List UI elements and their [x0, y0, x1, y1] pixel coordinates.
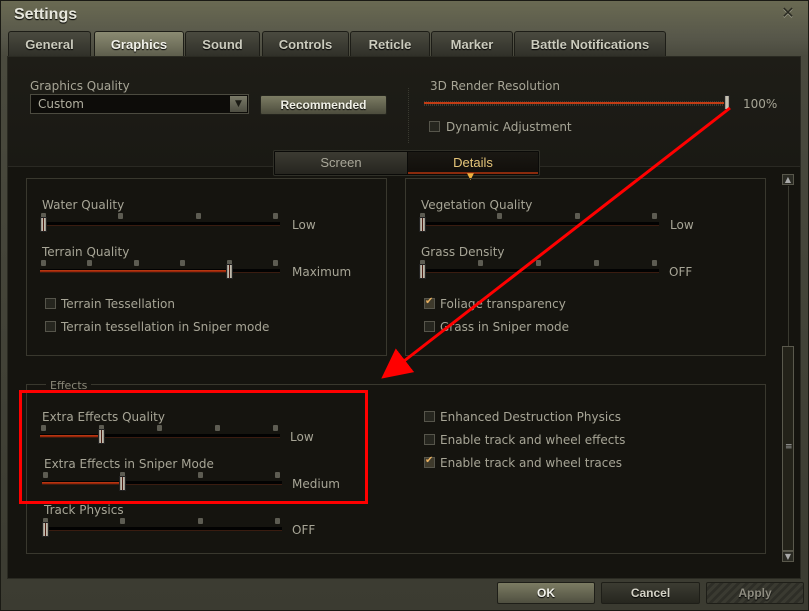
- track-wheel-effects-label: Enable track and wheel effects: [440, 433, 626, 447]
- grass-density-slider[interactable]: [419, 260, 659, 279]
- track-physics-label: Track Physics: [44, 503, 124, 517]
- tab-reticle[interactable]: Reticle: [350, 31, 430, 57]
- grass-density-label: Grass Density: [421, 245, 505, 259]
- track-wheel-effects-checkbox[interactable]: [424, 434, 435, 445]
- slider-track: [42, 527, 282, 531]
- terrain-tessellation-sniper-checkbox[interactable]: [45, 321, 56, 332]
- slider-tick: [133, 260, 139, 266]
- render-resolution-label: 3D Render Resolution: [430, 79, 560, 93]
- tab-battle-notifications[interactable]: Battle Notifications: [514, 31, 666, 57]
- slider-tick: [118, 213, 124, 219]
- slider-thumb[interactable]: [42, 522, 49, 537]
- track-physics-value: OFF: [292, 523, 316, 537]
- tab-general[interactable]: General: [8, 31, 91, 57]
- graphics-quality-dropdown[interactable]: Custom ▼: [30, 94, 249, 114]
- terrain-tessellation-checkbox[interactable]: [45, 298, 56, 309]
- water-quality-value: Low: [292, 218, 316, 232]
- slider-tick: [478, 260, 483, 266]
- slider-tick: [195, 213, 201, 219]
- slider-tick: [536, 260, 541, 266]
- tab-graphics[interactable]: Graphics: [94, 31, 184, 57]
- slider-fill: [424, 102, 724, 104]
- vegetation-quality-slider[interactable]: [419, 213, 659, 232]
- slider-tick: [180, 260, 186, 266]
- water-quality-label: Water Quality: [42, 198, 125, 212]
- ok-button[interactable]: OK: [497, 582, 595, 604]
- apply-button[interactable]: Apply: [706, 582, 804, 604]
- slider-track: [40, 222, 280, 226]
- water-quality-slider[interactable]: [40, 213, 280, 232]
- terrain-tessellation-label: Terrain Tessellation: [61, 297, 176, 311]
- scroll-thumb[interactable]: ≡: [782, 346, 794, 551]
- scroll-rail: [788, 186, 789, 349]
- slider-thumb[interactable]: [724, 95, 730, 110]
- slider-tick: [594, 260, 599, 266]
- foliage-transparency-checkbox[interactable]: [424, 296, 435, 309]
- slider-thumb[interactable]: [225, 264, 233, 279]
- terrain-quality-label: Terrain Quality: [42, 245, 130, 259]
- grass-density-value: OFF: [669, 265, 693, 279]
- terrain-quality-slider[interactable]: [40, 260, 280, 279]
- dynamic-adjustment-label: Dynamic Adjustment: [446, 120, 572, 134]
- subtab-details[interactable]: Details: [408, 152, 538, 174]
- slider-tick: [197, 518, 203, 524]
- slider-tick: [652, 213, 657, 219]
- details-scrollbar[interactable]: ▲ ≡ ▼: [782, 174, 794, 564]
- close-x-icon[interactable]: ✕: [780, 5, 796, 21]
- slider-fill: [40, 270, 226, 272]
- slider-track: [419, 269, 659, 273]
- slider-tick: [273, 260, 278, 266]
- graphics-quality-label: Graphics Quality: [30, 79, 130, 93]
- scroll-up-icon[interactable]: ▲: [782, 174, 794, 185]
- vegetation-quality-value: Low: [670, 218, 694, 232]
- enhanced-destruction-label: Enhanced Destruction Physics: [440, 410, 622, 424]
- tab-sound[interactable]: Sound: [185, 31, 260, 57]
- track-wheel-traces-label: Enable track and wheel traces: [440, 456, 622, 470]
- grip-icon: ≡: [785, 442, 793, 452]
- slider-tick: [273, 213, 278, 219]
- slider-thumb[interactable]: [419, 264, 426, 279]
- graphics-quality-value: Custom: [38, 97, 84, 111]
- grass-sniper-checkbox[interactable]: [424, 321, 435, 332]
- slider-track: [419, 222, 659, 226]
- terrain-quality-value: Maximum: [292, 265, 352, 279]
- slider-tick: [120, 518, 126, 524]
- top-divider: [408, 88, 409, 143]
- slider-tick: [652, 260, 657, 266]
- annotation-highlight-box: [19, 390, 368, 504]
- slider-tick: [574, 213, 580, 219]
- vegetation-quality-label: Vegetation Quality: [421, 198, 533, 212]
- terrain-tessellation-sniper-label: Terrain tessellation in Sniper mode: [61, 320, 270, 334]
- subtab-bar: Screen Details: [273, 150, 540, 176]
- render-resolution-value: 100%: [743, 97, 778, 111]
- slider-tick: [275, 518, 280, 524]
- cancel-button[interactable]: Cancel: [601, 582, 700, 604]
- tab-marker[interactable]: Marker: [431, 31, 513, 57]
- slider-tick: [41, 260, 46, 266]
- slider-thumb[interactable]: [419, 217, 426, 232]
- dynamic-adjustment-checkbox[interactable]: [429, 121, 440, 132]
- render-resolution-slider[interactable]: [424, 95, 730, 110]
- slider-thumb[interactable]: [40, 217, 47, 232]
- track-wheel-traces-checkbox[interactable]: [424, 455, 435, 468]
- slider-tick: [497, 213, 503, 219]
- slider-tick: [87, 260, 93, 266]
- recommended-button[interactable]: Recommended: [260, 95, 387, 115]
- chevron-down-icon[interactable]: ▼: [230, 96, 247, 112]
- tab-controls[interactable]: Controls: [262, 31, 349, 57]
- grass-sniper-label: Grass in Sniper mode: [440, 320, 569, 334]
- foliage-transparency-label: Foliage transparency: [440, 297, 566, 311]
- subtab-screen[interactable]: Screen: [275, 152, 407, 174]
- scroll-down-icon[interactable]: ▼: [782, 551, 794, 562]
- window-title: Settings: [14, 6, 78, 23]
- enhanced-destruction-checkbox[interactable]: [424, 411, 435, 422]
- track-physics-slider[interactable]: [42, 518, 282, 537]
